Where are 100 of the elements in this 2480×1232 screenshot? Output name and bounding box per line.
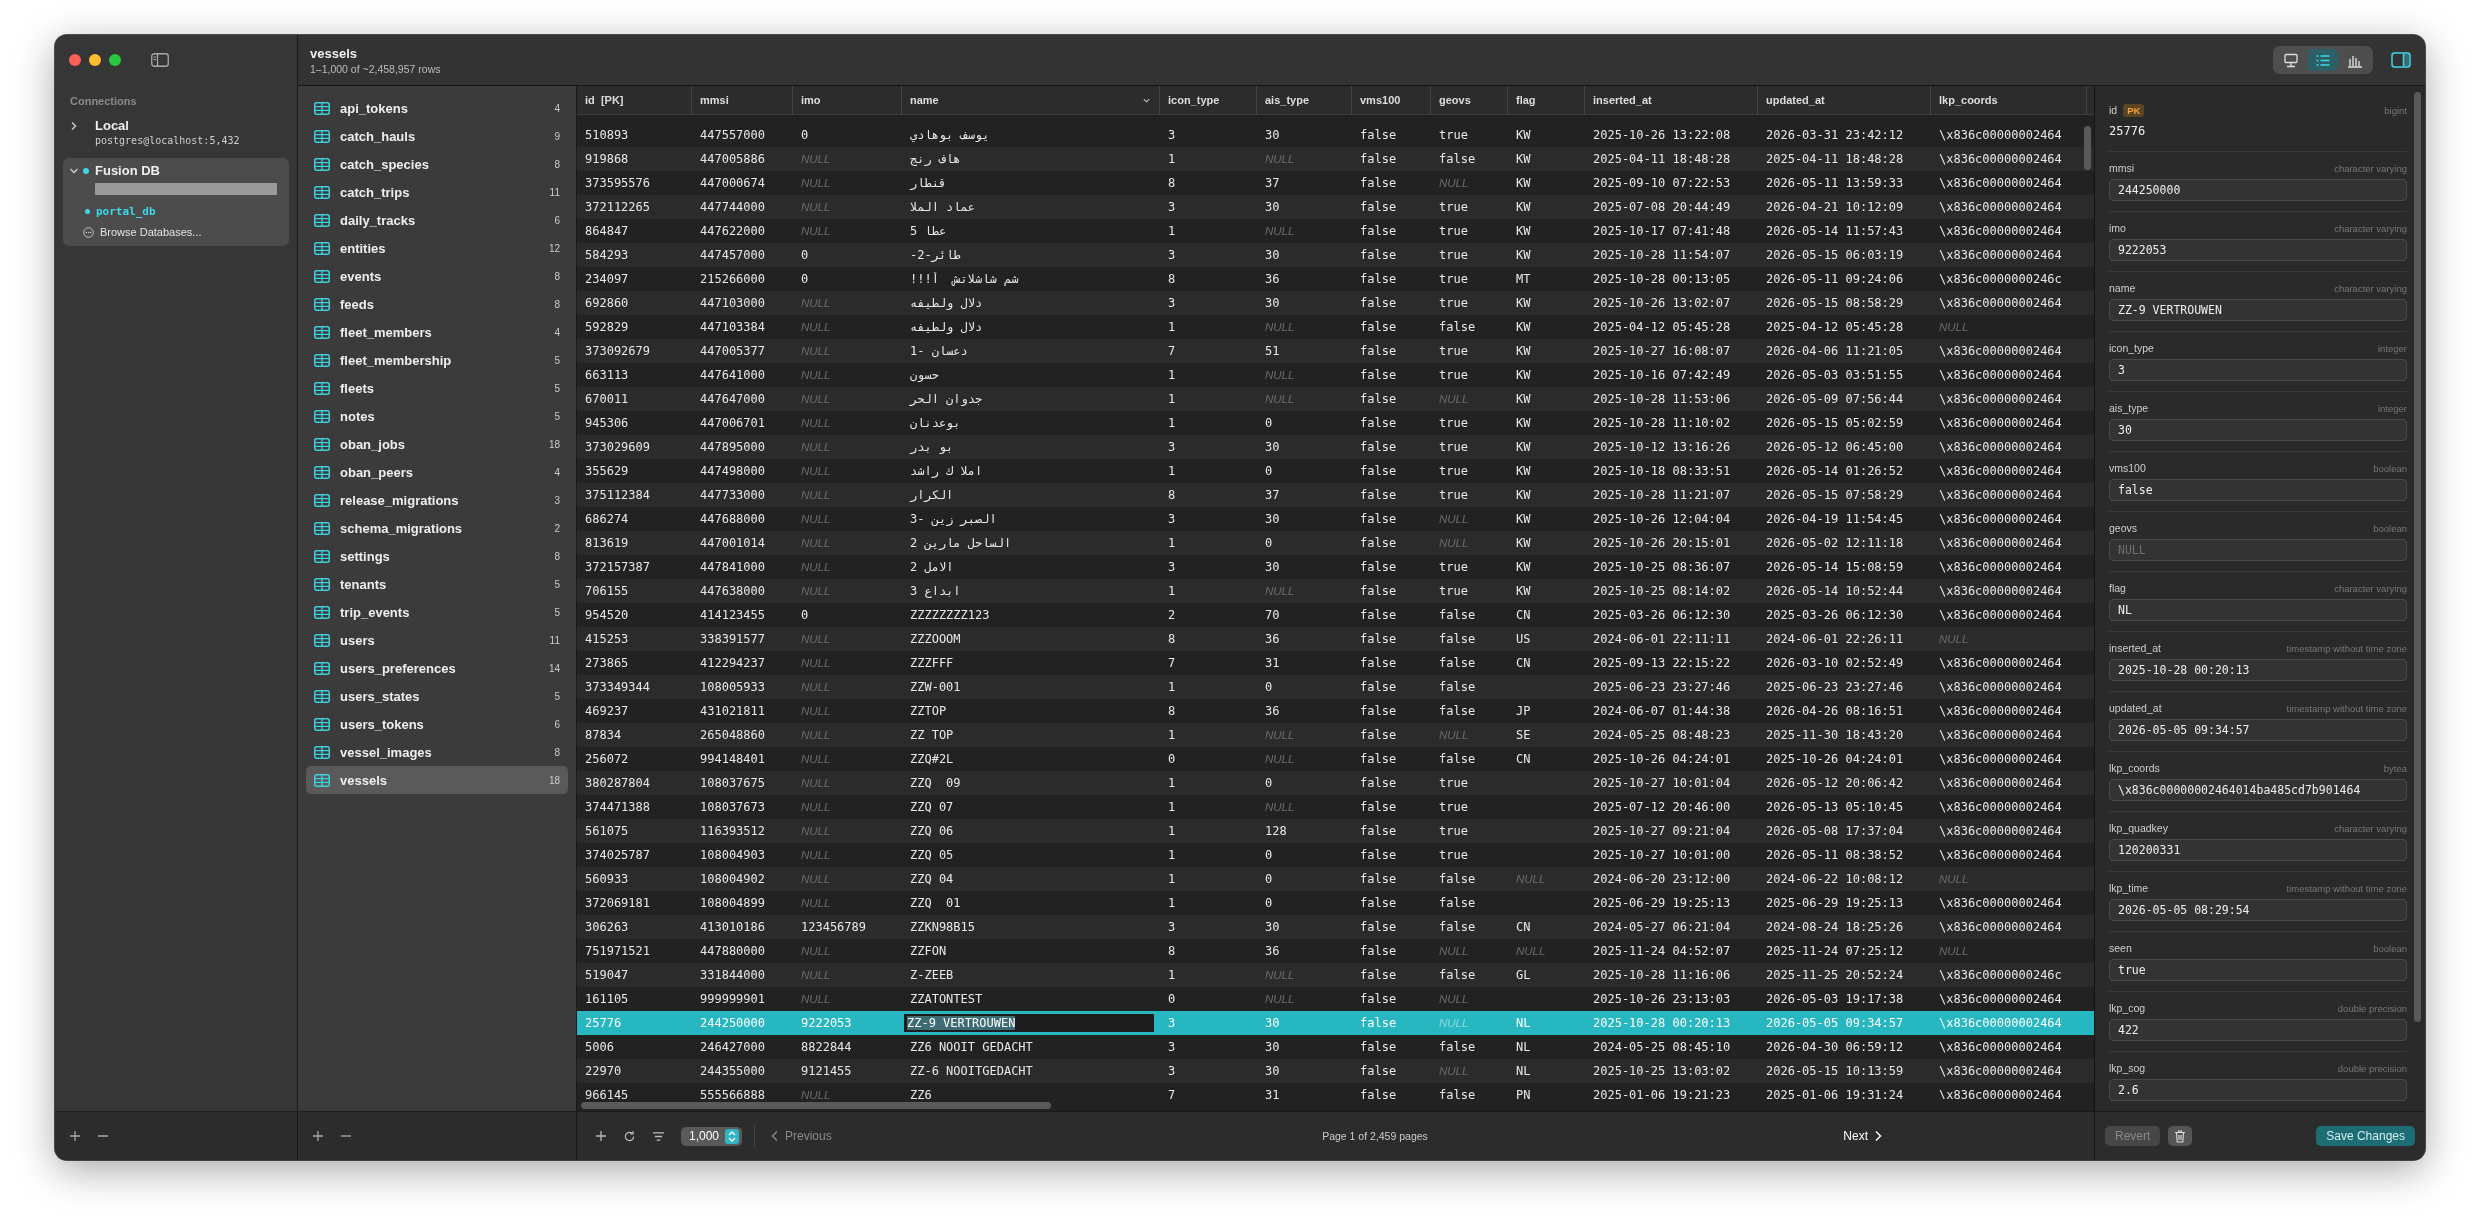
filter-icon[interactable] — [652, 1130, 665, 1142]
vertical-scrollbar[interactable] — [2084, 126, 2091, 170]
minimize-button[interactable] — [89, 54, 101, 66]
input-field[interactable]: 30 — [2109, 419, 2407, 441]
zoom-button[interactable] — [109, 54, 121, 66]
input-field[interactable]: 2026-05-05 09:34:57 — [2109, 719, 2407, 741]
input-field[interactable]: 244250000 — [2109, 179, 2407, 201]
table-row[interactable]: 373349344 108005933 NULL ZZW-001 1 0 false false 2025-06-23 23:27:46 2025-06-23 23:27:46 \x836c00000002464 — [577, 675, 2094, 699]
connection-item[interactable]: Fusion DB portal_db Browse Databases... — [63, 158, 289, 246]
delete-button[interactable] — [2168, 1126, 2193, 1146]
connection-item[interactable]: Local postgres@localhost:5,432 — [63, 113, 289, 152]
table-list-item[interactable]: vessel_images 8 — [306, 738, 568, 766]
plus-icon[interactable] — [595, 1130, 607, 1142]
table-row[interactable]: 954520 414123455 0 ZZZZZZZZ123 2 70 false false CN 2025-03-26 06:12:30 2025-03-26 06:12:30 \x836c00000002464 — [577, 603, 2094, 627]
table-list-item[interactable]: settings 8 — [306, 542, 568, 570]
database-item[interactable]: portal_db — [96, 205, 156, 218]
table-list-item[interactable]: fleet_membership 5 — [306, 346, 568, 374]
table-list-item[interactable]: users_preferences 14 — [306, 654, 568, 682]
close-button[interactable] — [69, 54, 81, 66]
view-mode-button[interactable] — [2308, 49, 2338, 71]
column-header[interactable]: flag — [1508, 86, 1585, 114]
table-cell-text: 2025-06-23 23:27:46 — [1765, 680, 1905, 694]
table-list-item[interactable]: users_tokens 6 — [306, 710, 568, 738]
table-list-item[interactable]: catch_hauls 9 — [306, 122, 568, 150]
table-row[interactable]: 561075 116393512 NULL ZZQ 06 1 128 false true 2025-10-27 09:21:04 2026-05-08 17:37:04 \x836c00000002464 — [577, 819, 2094, 843]
table-list-item[interactable]: notes 5 — [306, 402, 568, 430]
table-cell-text: ZZQ 07 — [909, 800, 955, 814]
column-header[interactable]: name — [902, 86, 1160, 114]
inspector-toggle-icon[interactable] — [2391, 52, 2411, 68]
column-header[interactable]: mmsi — [692, 86, 793, 114]
column-header[interactable]: geovs — [1431, 86, 1508, 114]
input-field[interactable]: 3 — [2109, 359, 2407, 381]
table-list-item[interactable]: events 8 — [306, 262, 568, 290]
table-list-item[interactable]: oban_jobs 18 — [306, 430, 568, 458]
table-list-item[interactable]: feeds 8 — [306, 290, 568, 318]
table-list-item[interactable]: entities 12 — [306, 234, 568, 262]
table-list-item[interactable]: api_tokens 4 — [306, 94, 568, 122]
table-list-item[interactable]: daily_tracks 6 — [306, 206, 568, 234]
column-header[interactable]: id [PK] — [577, 86, 692, 114]
save-changes-button[interactable]: Save Changes — [2316, 1126, 2415, 1146]
column-header[interactable]: ais_type — [1257, 86, 1352, 114]
table-row[interactable]: 87834 265048860 NULL ZZ TOP 1 NULL false NULL SE 2024-05-25 08:48:23 2025-11-30 18:43:20 \x836c00000002464 — [577, 723, 2094, 747]
input-field[interactable]: 422 — [2109, 1019, 2407, 1041]
table-row[interactable]: 256072 994148401 NULL ZZQ#2L 0 NULL false false CN 2025-10-26 04:24:01 2025-10-26 04:24:01 \x836c00000002464 — [577, 747, 2094, 771]
input-field[interactable]: 9222053 — [2109, 239, 2407, 261]
table-row[interactable]: 380287804 108037675 NULL ZZQ 09 1 0 false true 2025-10-27 10:01:04 2026-05-12 20:06:42 \x836c00000002464 — [577, 771, 2094, 795]
column-header[interactable]: vms100 — [1352, 86, 1431, 114]
table-row[interactable]: 751971521 447880000 NULL ZZFON 8 36 false NULL NULL 2025-11-24 04:52:07 2025-11-24 07:25:12 NULL — [577, 939, 2094, 963]
vertical-scrollbar[interactable] — [2414, 92, 2421, 1022]
table-list-item[interactable]: fleet_members 4 — [306, 318, 568, 346]
column-header[interactable]: icon_type — [1160, 86, 1257, 114]
input-field[interactable]: 2.6 — [2109, 1079, 2407, 1101]
column-header[interactable]: updated_at — [1758, 86, 1931, 114]
sidebar-toggle-icon[interactable] — [151, 53, 169, 67]
table-list-item[interactable]: oban_peers 4 — [306, 458, 568, 486]
input-field[interactable]: true — [2109, 959, 2407, 981]
table-row[interactable]: 469237 431021811 NULL ZZTOP 8 36 false false JP 2024-06-07 01:44:38 2026-04-26 08:16:51 \x836c00000002464 — [577, 699, 2094, 723]
column-header[interactable]: lkp_coords — [1931, 86, 2087, 114]
next-button[interactable]: Next — [1843, 1129, 1882, 1143]
input-field[interactable]: NULL — [2109, 539, 2407, 561]
table-row[interactable]: 22970 244355000 9121455 ZZ-6 NOOITGEDACHT 3 30 false NULL NL 2025-10-25 13:03:02 2026-05-15 10:13:59 \x836c00000002464 — [577, 1059, 2094, 1083]
table-row[interactable]: 25776 244250000 9222053 ZZ-9 VERTROUWEN 3 30 false NULL NL 2025-10-28 00:20:13 2026-05-05 09:34:57 \x836c00000002464 — [577, 1011, 2094, 1035]
input-field[interactable]: \x836c00000002464014ba485cd7b901464 — [2109, 779, 2407, 801]
table-row[interactable]: 374471388 108037673 NULL ZZQ 07 1 NULL false true 2025-07-12 20:46:00 2026-05-13 05:10:45 \x836c00000002464 — [577, 795, 2094, 819]
table-row[interactable]: 306263 413010186 123456789 ZZKN98B15 3 30 false false CN 2024-05-27 06:21:04 2024-08-24 18:25:26 \x836c00000002464 — [577, 915, 2094, 939]
table-row[interactable]: 372069181 108004899 NULL ZZQ 01 1 0 false false 2025-06-29 19:25:13 2025-06-29 19:25:13 \x836c00000002464 — [577, 891, 2094, 915]
table-list-item[interactable]: schema_migrations 2 — [306, 514, 568, 542]
table-list-item[interactable]: catch_trips 11 — [306, 178, 568, 206]
input-field[interactable]: 120200331 — [2109, 839, 2407, 861]
field-type: character varying — [2334, 822, 2407, 834]
input-field[interactable]: 2026-05-05 08:29:54 — [2109, 899, 2407, 921]
column-header[interactable]: inserted_at — [1585, 86, 1758, 114]
plus-icon[interactable] — [312, 1130, 324, 1142]
table-row[interactable]: 273865 412294237 NULL ZZZFFF 7 31 false false CN 2025-09-13 22:15:22 2026-03-10 02:52:49 \x836c00000002464 — [577, 651, 2094, 675]
table-row[interactable]: 519047 331844000 NULL Z-ZEEB 1 NULL false false GL 2025-10-28 11:16:06 2025-11-25 20:52:24 \x836c0000000246c — [577, 963, 2094, 987]
input-field[interactable]: false — [2109, 479, 2407, 501]
table-list-item[interactable]: trip_events 5 — [306, 598, 568, 626]
table-list-item[interactable]: tenants 5 — [306, 570, 568, 598]
input-field[interactable]: ZZ-9 VERTROUWEN — [2109, 299, 2407, 321]
table-row[interactable]: 560933 108004902 NULL ZZQ 04 1 0 false false NULL 2024-06-20 23:12:00 2024-06-22 10:08:12 NULL — [577, 867, 2094, 891]
column-header[interactable]: imo — [793, 86, 902, 114]
cell-edit-field[interactable]: ZZ-9 VERTROUWEN — [904, 1014, 1154, 1032]
table-list-item[interactable]: catch_species 8 — [306, 150, 568, 178]
table-list-item[interactable]: fleets 5 — [306, 374, 568, 402]
plus-icon[interactable] — [69, 1130, 81, 1142]
input-field[interactable]: NL — [2109, 599, 2407, 621]
table-row[interactable]: 374025787 108004903 NULL ZZQ 05 1 0 false true 2025-10-27 10:01:00 2026-05-11 08:38:52 \x836c00000002464 — [577, 843, 2094, 867]
refresh-icon[interactable] — [623, 1129, 636, 1143]
input-field[interactable]: 2025-10-28 00:20:13 — [2109, 659, 2407, 681]
table-row[interactable]: 161105 999999901 NULL ZZATONTEST 0 NULL false NULL 2025-10-26 23:13:03 2026-05-03 19:17:38 \x836c00000002464 — [577, 987, 2094, 1011]
table-row[interactable]: 415253 338391577 NULL ZZZOOOM 8 36 false false US 2024-06-01 22:11:11 2024-06-01 22:26:11 NULL — [577, 627, 2094, 651]
table-list-item[interactable]: release_migrations 3 — [306, 486, 568, 514]
horizontal-scrollbar[interactable] — [581, 1102, 1051, 1109]
table-row[interactable]: 5006 246427000 8822844 ZZ6 NOOIT GEDACHT 3 30 false false NL 2024-05-25 08:45:10 2026-04-30 06:59:12 \x836c00000002464 — [577, 1035, 2094, 1059]
table-list-item[interactable]: users 11 — [306, 626, 568, 654]
page-size-stepper[interactable]: 1,000 — [681, 1126, 743, 1146]
browse-databases-link[interactable]: Browse Databases... — [100, 226, 202, 238]
table-list-item[interactable]: vessels 18 — [306, 766, 568, 794]
table-cell-text: 447638000 — [699, 584, 767, 598]
table-list-item[interactable]: users_states 5 — [306, 682, 568, 710]
